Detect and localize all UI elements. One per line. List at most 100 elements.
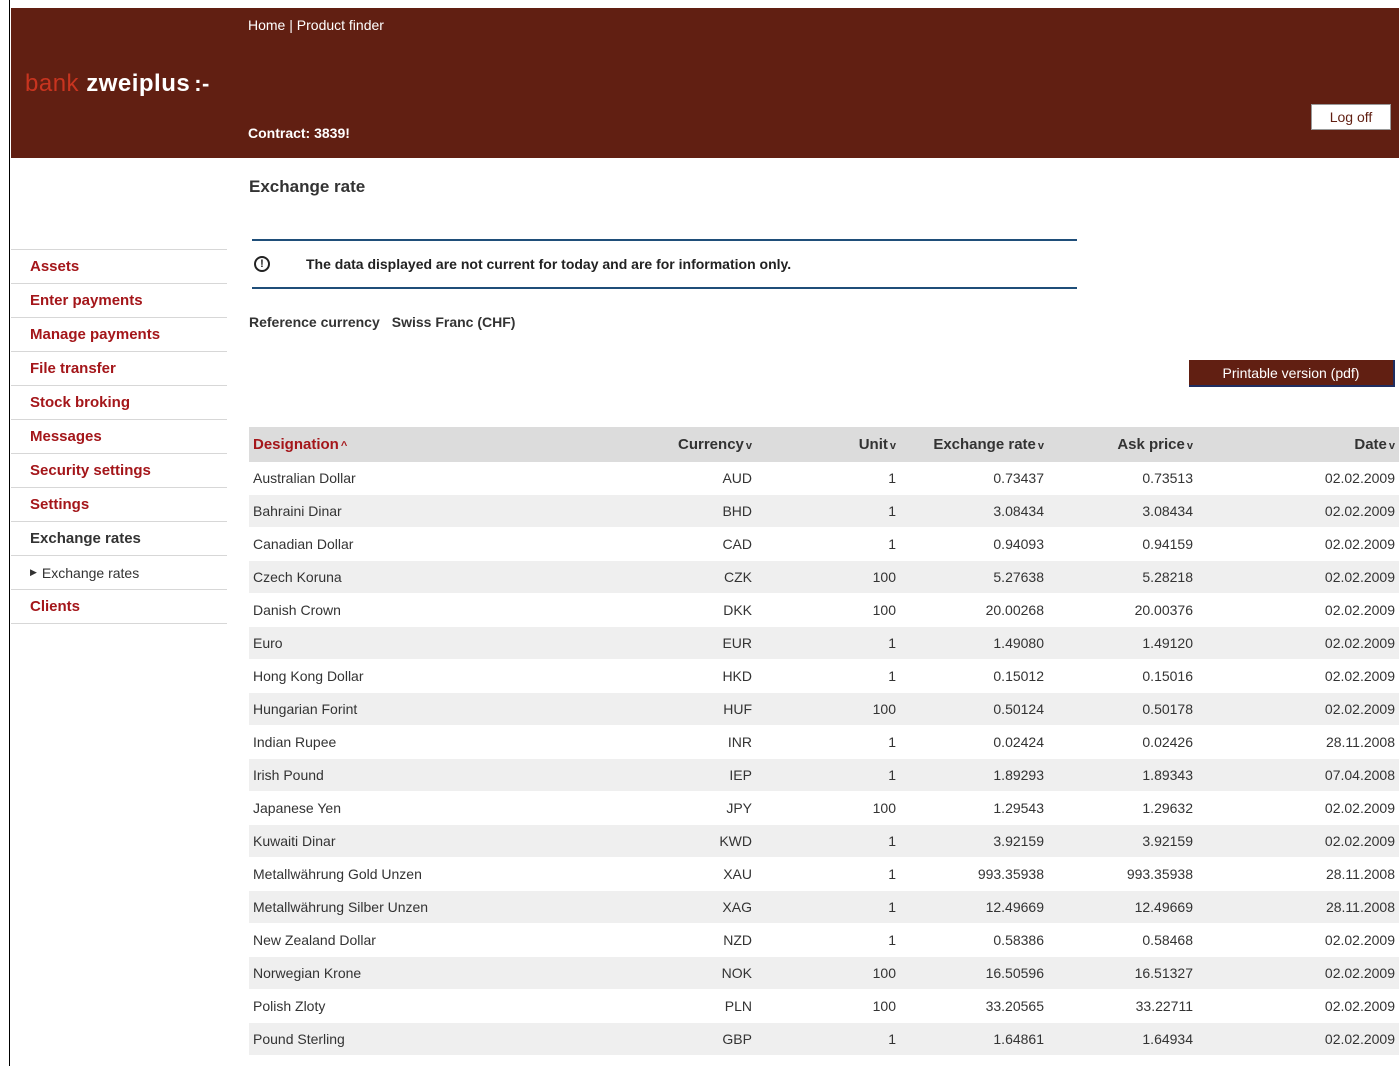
cell-designation: Hong Kong Dollar	[249, 659, 627, 693]
table-row: Bahraini Dinar BHD 1 3.08434 3.08434 02.02.20…	[249, 494, 1399, 528]
table-header-row: Designation ^ Currency v Unit v Exchange ra…	[249, 427, 1399, 462]
sidebar-item-exchange-rates[interactable]: Exchange rates	[11, 522, 227, 556]
sort-desc-icon: v	[1037, 440, 1044, 452]
cell-date: 02.02.2009	[1197, 923, 1399, 957]
sort-desc-icon: v	[889, 440, 896, 452]
cell-unit: 100	[756, 989, 900, 1023]
col-header-designation[interactable]: Designation ^	[249, 427, 627, 462]
table-row: Metallwährung Silber Unzen XAG 1 12.49669 12…	[249, 890, 1399, 924]
cell-ask: 0.50178	[1048, 692, 1197, 726]
sidebar-item-security-settings[interactable]: Security settings	[11, 454, 227, 488]
cell-unit: 100	[756, 791, 900, 825]
cell-currency: CZK	[627, 560, 756, 594]
cell-currency: INR	[627, 725, 756, 759]
table-row: Japanese Yen JPY 100 1.29543 1.29632 02.02.20…	[249, 791, 1399, 825]
cell-rate: 20.00268	[900, 593, 1048, 627]
contract-number: Contract: 3839!	[248, 125, 350, 141]
cell-currency: GBP	[627, 1022, 756, 1056]
sidebar-item-messages[interactable]: Messages	[11, 420, 227, 454]
cell-designation: Czech Koruna	[249, 560, 627, 594]
table-row: Hungarian Forint HUF 100 0.50124 0.50178 02.0…	[249, 692, 1399, 726]
cell-currency: HKD	[627, 659, 756, 693]
cell-date: 02.02.2009	[1197, 527, 1399, 561]
cell-ask: 0.15016	[1048, 659, 1197, 693]
col-header-currency[interactable]: Currency v	[627, 427, 756, 462]
col-header-date[interactable]: Date v	[1197, 427, 1399, 462]
table-row: Canadian Dollar CAD 1 0.94093 0.94159 02.02.2…	[249, 527, 1399, 561]
col-header-exchange-rate[interactable]: Exchange rate v	[900, 427, 1048, 462]
triangle-right-icon: ▶	[30, 567, 37, 577]
cell-rate: 1.89293	[900, 758, 1048, 792]
table-row: Australian Dollar AUD 1 0.73437 0.73513 02.02…	[249, 462, 1399, 495]
cell-ask: 993.35938	[1048, 857, 1197, 891]
cell-rate: 3.92159	[900, 824, 1048, 858]
cell-ask: 0.58468	[1048, 923, 1197, 957]
table-row: Norwegian Krone NOK 100 16.50596 16.51327 02.…	[249, 956, 1399, 990]
info-circle-icon: !	[254, 256, 270, 272]
sidebar-item-assets[interactable]: Assets	[11, 250, 227, 284]
sidebar-item-manage-payments[interactable]: Manage payments	[11, 318, 227, 352]
home-link[interactable]: Home	[248, 17, 285, 33]
sidebar-item-stock-broking[interactable]: Stock broking	[11, 386, 227, 420]
cell-date: 02.02.2009	[1197, 824, 1399, 858]
cell-ask: 1.49120	[1048, 626, 1197, 660]
table-row: Hong Kong Dollar HKD 1 0.15012 0.15016 02.02.…	[249, 659, 1399, 693]
cell-designation: Pound Sterling	[249, 1022, 627, 1056]
cell-designation: Metallwährung Gold Unzen	[249, 857, 627, 891]
cell-rate: 1.29543	[900, 791, 1048, 825]
table-row: Czech Koruna CZK 100 5.27638 5.28218 02.02.20…	[249, 560, 1399, 594]
cell-date: 02.02.2009	[1197, 1022, 1399, 1056]
cell-unit: 1	[756, 462, 900, 495]
cell-date: 02.02.2009	[1197, 626, 1399, 660]
cell-currency: JPY	[627, 791, 756, 825]
sidebar-item-file-transfer[interactable]: File transfer	[11, 352, 227, 386]
col-header-unit[interactable]: Unit v	[756, 427, 900, 462]
cell-currency: HUF	[627, 692, 756, 726]
cell-ask: 5.28218	[1048, 560, 1197, 594]
cell-ask: 0.94159	[1048, 527, 1197, 561]
sidebar-item-clients[interactable]: Clients	[11, 590, 227, 624]
table-row: Danish Crown DKK 100 20.00268 20.00376 02.02.…	[249, 593, 1399, 627]
sidebar-item-enter-payments[interactable]: Enter payments	[11, 284, 227, 318]
cell-currency: PLN	[627, 989, 756, 1023]
sidebar-subitem-exchange-rates[interactable]: ▶ Exchange rates	[11, 556, 227, 590]
cell-unit: 100	[756, 692, 900, 726]
top-nav: Home | Product finder	[248, 17, 384, 33]
cell-unit: 1	[756, 857, 900, 891]
sidebar-item-settings[interactable]: Settings	[11, 488, 227, 522]
reference-currency-label: Reference currency	[249, 314, 380, 330]
cell-designation: Irish Pound	[249, 758, 627, 792]
cell-rate: 16.50596	[900, 956, 1048, 990]
logoff-button[interactable]: Log off	[1311, 104, 1391, 130]
reference-currency-value: Swiss Franc (CHF)	[391, 314, 516, 330]
cell-ask: 1.29632	[1048, 791, 1197, 825]
bank-logo[interactable]: bank zweiplus:-	[25, 70, 210, 98]
cell-unit: 1	[756, 725, 900, 759]
cell-ask: 3.08434	[1048, 494, 1197, 528]
cell-date: 02.02.2009	[1197, 791, 1399, 825]
cell-currency: IEP	[627, 758, 756, 792]
cell-ask: 0.02426	[1048, 725, 1197, 759]
cell-designation: Kuwaiti Dinar	[249, 824, 627, 858]
header-banner: Home | Product finder bank zweiplus:- Co…	[11, 8, 1399, 158]
cell-unit: 1	[756, 494, 900, 528]
cell-currency: XAG	[627, 890, 756, 924]
printable-version-button[interactable]: Printable version (pdf)	[1189, 360, 1395, 387]
cell-date: 02.02.2009	[1197, 659, 1399, 693]
cell-unit: 1	[756, 626, 900, 660]
logo-mark-icon: :-	[194, 71, 210, 96]
reference-currency: Reference currency Swiss Franc (CHF)	[249, 314, 515, 330]
sort-desc-icon: v	[1388, 440, 1395, 452]
cell-rate: 993.35938	[900, 857, 1048, 891]
col-header-ask-price[interactable]: Ask price v	[1048, 427, 1197, 462]
cell-rate: 1.49080	[900, 626, 1048, 660]
cell-date: 02.02.2009	[1197, 462, 1399, 495]
cell-currency: KWD	[627, 824, 756, 858]
table-row: Irish Pound IEP 1 1.89293 1.89343 07.04.2008	[249, 758, 1399, 792]
cell-date: 02.02.2009	[1197, 494, 1399, 528]
cell-unit: 100	[756, 560, 900, 594]
product-finder-link[interactable]: Product finder	[297, 17, 384, 33]
cell-designation: Norwegian Krone	[249, 956, 627, 990]
cell-currency: CAD	[627, 527, 756, 561]
table-row: Euro EUR 1 1.49080 1.49120 02.02.2009	[249, 626, 1399, 660]
